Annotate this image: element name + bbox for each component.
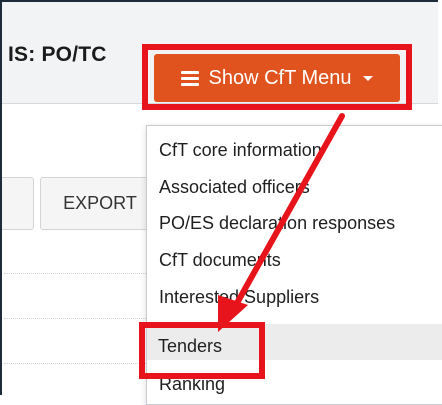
arrow-shaft — [229, 113, 345, 315]
arrow-head — [218, 295, 248, 332]
annotation-arrow — [218, 113, 345, 332]
